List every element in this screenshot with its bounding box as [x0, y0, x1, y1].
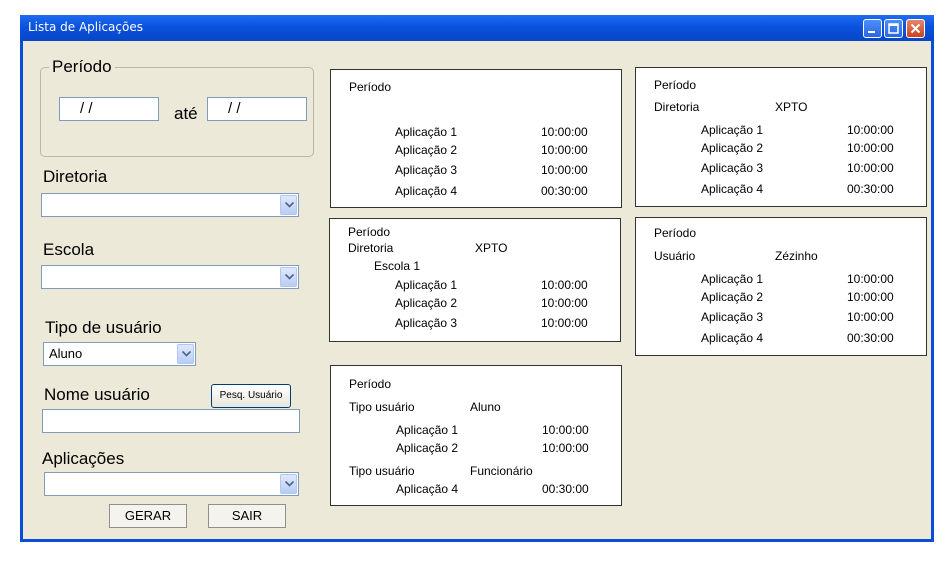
sair-button[interactable]: SAIR: [208, 504, 286, 528]
card-app-name: Aplicação 1: [396, 423, 459, 437]
card-periodo-label: Período: [654, 226, 697, 240]
card-app-name: Aplicação 2: [701, 141, 764, 155]
card-app-time: 10:00:00: [542, 441, 589, 455]
card-app-name: Aplicação 2: [396, 441, 459, 455]
card-diretoria-value: XPTO: [475, 241, 508, 255]
card-periodo-label: Período: [348, 225, 391, 239]
window-title: Lista de Aplicações: [28, 20, 143, 34]
card-app-name: Aplicação 2: [701, 290, 764, 304]
card-tipo-value: Funcionário: [470, 464, 533, 478]
card-tipo-label: Tipo usuário: [349, 464, 415, 478]
tipo-usuario-value: Aluno: [49, 346, 83, 361]
card-usuario-value: Zézinho: [775, 249, 818, 263]
card-diretoria-value: XPTO: [775, 100, 808, 114]
report-card-tipo-usuario: Período Tipo usuário Aluno Aplicação 1 1…: [330, 365, 622, 506]
card-app-time: 10:00:00: [847, 310, 894, 324]
card-app-time: 10:00:00: [541, 278, 588, 292]
card-app-name: Aplicação 3: [395, 163, 458, 177]
card-app-time: 00:30:00: [847, 331, 894, 345]
chevron-down-icon: [182, 351, 191, 357]
chevron-down-icon: [285, 274, 294, 280]
report-card-diretoria: Período Diretoria XPTO Aplicação 1 10:00…: [635, 67, 927, 207]
maximize-icon: [888, 23, 899, 34]
diretoria-label: Diretoria: [43, 167, 108, 186]
card-app-name: Aplicação 3: [701, 161, 764, 175]
card-app-time: 10:00:00: [541, 125, 588, 139]
card-app-time: 10:00:00: [541, 316, 588, 330]
pesq-usuario-button[interactable]: Pesq. Usuário: [211, 384, 291, 408]
aplicacoes-select[interactable]: [44, 472, 299, 496]
card-app-time: 10:00:00: [847, 290, 894, 304]
card-app-time: 00:30:00: [542, 482, 589, 496]
minimize-icon: [868, 31, 875, 33]
app-window: Lista de Aplicações Período / / até / / …: [20, 15, 934, 542]
card-periodo-label: Período: [349, 377, 392, 391]
card-app-name: Aplicação 4: [701, 182, 764, 196]
card-app-name: Aplicação 3: [701, 310, 764, 324]
nome-usuario-input[interactable]: [42, 409, 300, 433]
diretoria-dropdown-button[interactable]: [280, 195, 297, 215]
card-app-name: Aplicação 4: [701, 331, 764, 345]
card-app-name: Aplicação 1: [701, 272, 764, 286]
card-app-time: 10:00:00: [847, 272, 894, 286]
card-app-name: Aplicação 2: [395, 143, 458, 157]
card-app-time: 00:30:00: [541, 184, 588, 198]
card-periodo-label: Período: [654, 78, 697, 92]
nome-usuario-label: Nome usuário: [44, 385, 150, 404]
ate-label: até: [174, 104, 198, 123]
gerar-button[interactable]: GERAR: [109, 504, 187, 528]
aplicacoes-dropdown-button[interactable]: [280, 474, 297, 494]
close-icon: [910, 23, 921, 34]
escola-label: Escola: [43, 240, 95, 259]
card-app-name: Aplicação 4: [396, 482, 459, 496]
minimize-button[interactable]: [863, 19, 882, 38]
close-button[interactable]: [906, 19, 925, 38]
report-card-escola: Período Diretoria XPTO Escola 1 Aplicaçã…: [329, 218, 621, 342]
report-card-usuario: Período Usuário Zézinho Aplicação 1 10:0…: [635, 217, 927, 356]
chevron-down-icon: [285, 202, 294, 208]
card-app-time: 10:00:00: [847, 141, 894, 155]
chevron-down-icon: [285, 481, 294, 487]
report-card-periodo: Período Aplicação 1 10:00:00 Aplicação 2…: [330, 69, 622, 208]
card-app-name: Aplicação 1: [701, 123, 764, 137]
client-area: Período / / até / / Diretoria Escola Tip…: [23, 41, 931, 539]
card-app-time: 10:00:00: [541, 163, 588, 177]
date-from-input[interactable]: / /: [59, 97, 159, 121]
escola-dropdown-button[interactable]: [280, 267, 297, 287]
card-app-time: 10:00:00: [541, 296, 588, 310]
tipo-usuario-select[interactable]: Aluno: [43, 342, 196, 366]
diretoria-select[interactable]: [41, 193, 299, 217]
card-tipo-label: Tipo usuário: [349, 400, 415, 414]
maximize-button[interactable]: [884, 19, 903, 38]
card-app-name: Aplicação 2: [395, 296, 458, 310]
card-escola-value: Escola 1: [374, 259, 421, 273]
card-periodo-label: Período: [349, 80, 392, 94]
aplicacoes-label: Aplicações: [42, 449, 125, 468]
card-tipo-value: Aluno: [470, 400, 501, 414]
card-app-time: 10:00:00: [847, 161, 894, 175]
date-to-input[interactable]: / /: [207, 97, 307, 121]
card-app-time: 10:00:00: [847, 123, 894, 137]
tipo-dropdown-button[interactable]: [177, 344, 194, 364]
card-app-time: 10:00:00: [541, 143, 588, 157]
card-app-name: Aplicação 3: [395, 316, 458, 330]
card-app-name: Aplicação 1: [395, 278, 458, 292]
card-app-name: Aplicação 4: [395, 184, 458, 198]
card-app-time: 00:30:00: [847, 182, 894, 196]
periodo-label: Período: [49, 57, 115, 77]
tipo-usuario-label: Tipo de usuário: [45, 318, 162, 337]
card-diretoria-label: Diretoria: [348, 241, 394, 255]
card-usuario-label: Usuário: [654, 249, 696, 263]
title-bar[interactable]: Lista de Aplicações: [20, 15, 934, 41]
escola-select[interactable]: [41, 265, 299, 289]
card-diretoria-label: Diretoria: [654, 100, 700, 114]
card-app-time: 10:00:00: [542, 423, 589, 437]
card-app-name: Aplicação 1: [395, 125, 458, 139]
